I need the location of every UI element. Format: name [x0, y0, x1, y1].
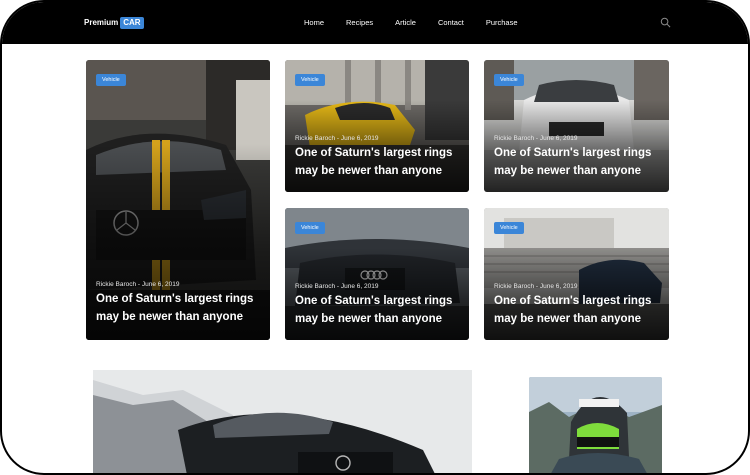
- title-line: may be newer than anyone: [494, 165, 641, 177]
- article-meta: Rickie Baroch - June 6, 2019: [295, 283, 379, 290]
- title-line: may be newer than anyone: [494, 313, 641, 325]
- motorcyclist-helmet-image: [529, 377, 662, 473]
- sidebar-image[interactable]: [529, 377, 662, 473]
- article-meta: Rickie Baroch - June 6, 2019: [96, 281, 180, 288]
- title-line: One of Saturn's largest rings: [295, 295, 453, 307]
- nav-contact[interactable]: Contact: [438, 17, 464, 29]
- title-line: may be newer than anyone: [295, 313, 442, 325]
- browser-frame: Premium CAR Home Recipes Article Contact…: [0, 0, 750, 475]
- category-tag[interactable]: Vehicle: [96, 74, 126, 86]
- category-tag[interactable]: Vehicle: [295, 74, 325, 86]
- category-tag[interactable]: Vehicle: [494, 74, 524, 86]
- title-line: One of Saturn's largest rings: [494, 147, 652, 159]
- article-card[interactable]: Vehicle Rickie Baroch - June 6, 2019 One…: [484, 60, 669, 192]
- article-meta: Rickie Baroch - June 6, 2019: [494, 283, 578, 290]
- logo-badge: CAR: [120, 17, 144, 29]
- article-title[interactable]: One of Saturn's largest rings may be new…: [494, 292, 659, 328]
- car-on-mountain-image: [93, 370, 472, 473]
- category-tag[interactable]: Vehicle: [494, 222, 524, 234]
- title-line: One of Saturn's largest rings: [295, 147, 453, 159]
- article-card[interactable]: Vehicle Rickie Baroch - June 6, 2019 One…: [285, 208, 469, 340]
- title-line: may be newer than anyone: [295, 165, 442, 177]
- logo-text: Premium: [84, 18, 119, 27]
- title-line: One of Saturn's largest rings: [494, 295, 652, 307]
- article-title[interactable]: One of Saturn's largest rings may be new…: [295, 144, 459, 180]
- article-meta: Rickie Baroch - June 6, 2019: [494, 135, 578, 142]
- featured-image[interactable]: [93, 370, 472, 473]
- nav-recipes[interactable]: Recipes: [346, 17, 373, 29]
- site-header: Premium CAR Home Recipes Article Contact…: [2, 2, 748, 44]
- search-icon[interactable]: [660, 17, 671, 28]
- article-title[interactable]: One of Saturn's largest rings may be new…: [96, 290, 260, 326]
- article-title[interactable]: One of Saturn's largest rings may be new…: [494, 144, 659, 180]
- nav-article[interactable]: Article: [395, 17, 416, 29]
- featured-article-card[interactable]: Vehicle Rickie Baroch - June 6, 2019 One…: [86, 60, 270, 340]
- nav-purchase[interactable]: Purchase: [486, 17, 518, 29]
- article-card[interactable]: Vehicle Rickie Baroch - June 6, 2019 One…: [484, 208, 669, 340]
- article-title[interactable]: One of Saturn's largest rings may be new…: [295, 292, 459, 328]
- article-card[interactable]: Vehicle Rickie Baroch - June 6, 2019 One…: [285, 60, 469, 192]
- title-line: One of Saturn's largest rings: [96, 293, 254, 305]
- site-logo[interactable]: Premium CAR: [84, 16, 144, 30]
- article-meta: Rickie Baroch - June 6, 2019: [295, 135, 379, 142]
- category-tag[interactable]: Vehicle: [295, 222, 325, 234]
- nav-home[interactable]: Home: [304, 17, 324, 29]
- title-line: may be newer than anyone: [96, 311, 243, 323]
- main-nav: Home Recipes Article Contact Purchase: [304, 17, 518, 29]
